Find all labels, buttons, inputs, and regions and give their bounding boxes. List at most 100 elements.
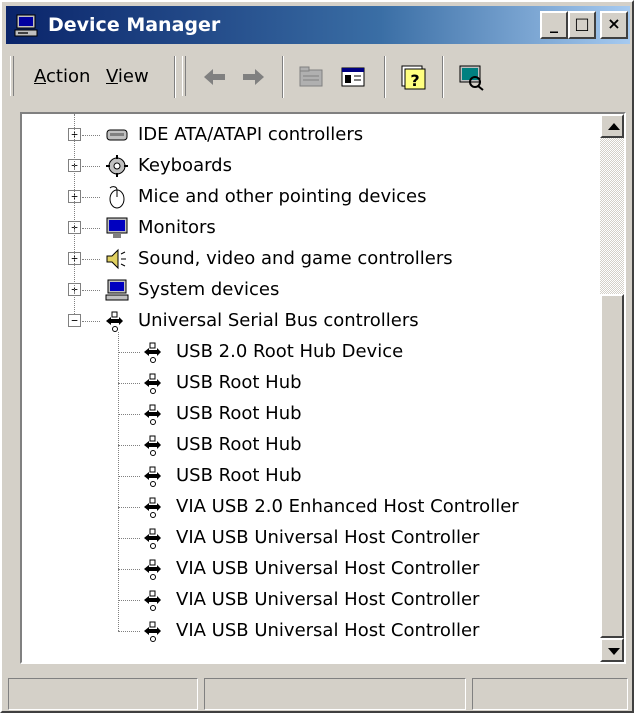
tree-device-row[interactable]: USB Root Hub	[22, 461, 602, 491]
tree-category-row[interactable]: + System devices	[22, 275, 602, 305]
close-button[interactable]: ×	[600, 11, 628, 39]
tree-device-row[interactable]: VIA USB Universal Host Controller	[22, 523, 602, 553]
usb-icon	[144, 373, 161, 394]
help-icon[interactable]: ?	[398, 62, 428, 92]
toolbar-separator	[174, 56, 176, 98]
tree-connector	[82, 321, 100, 322]
tree-category-row[interactable]: − Universal Serial Bus controllers	[22, 306, 602, 336]
usb-icon	[144, 466, 161, 487]
tree-connector	[118, 352, 140, 353]
tree-category-row[interactable]: + Sound, video and game controllers	[22, 244, 602, 274]
tree-device-row[interactable]: VIA USB Universal Host Controller	[22, 585, 602, 615]
back-arrow-icon[interactable]	[200, 62, 230, 92]
tree-category-row[interactable]: + Monitors	[22, 213, 602, 243]
toolbar-separator	[282, 56, 284, 98]
tree-connector	[118, 332, 119, 631]
tree-connector	[82, 228, 100, 229]
tree-category-label: Keyboards	[138, 155, 232, 176]
arrow-up-icon	[608, 123, 620, 130]
tree-connector	[118, 476, 140, 477]
usb-icon	[106, 311, 123, 332]
tree-device-label: USB 2.0 Root Hub Device	[176, 341, 404, 362]
minimize-button[interactable]: _	[540, 11, 568, 39]
vertical-scrollbar[interactable]	[600, 114, 624, 662]
usb-icon	[144, 342, 161, 363]
tree-device-row[interactable]: USB Root Hub	[22, 368, 602, 398]
window-title: Device Manager	[48, 14, 221, 36]
tree-category-label: Monitors	[138, 217, 216, 238]
device-manager-window: Device Manager _ □ × Action View ? + IDE…	[0, 0, 634, 713]
keyboard-icon	[106, 155, 128, 177]
tree-device-label: VIA USB Universal Host Controller	[176, 527, 480, 548]
scan-hardware-icon[interactable]	[456, 62, 486, 92]
menu-action[interactable]: Action	[26, 60, 98, 94]
tree-connector	[74, 114, 75, 314]
tree-connector	[82, 166, 100, 167]
tree-category-row[interactable]: + IDE ATA/ATAPI controllers	[22, 120, 602, 150]
usb-icon	[144, 590, 161, 611]
tree-device-row[interactable]: USB Root Hub	[22, 430, 602, 460]
tree-device-row[interactable]: USB 2.0 Root Hub Device	[22, 337, 602, 367]
computer-icon	[14, 14, 38, 37]
usb-icon	[144, 497, 161, 518]
tree-device-label: VIA USB 2.0 Enhanced Host Controller	[176, 496, 519, 517]
toolbar: Action View ?	[6, 50, 630, 104]
sound-icon	[106, 248, 126, 270]
status-panel	[472, 678, 628, 710]
tree-connector	[82, 135, 100, 136]
tree-connector	[118, 600, 140, 601]
device-tree[interactable]: + IDE ATA/ATAPI controllers + Keyboards + Mic…	[20, 112, 626, 664]
usb-icon	[144, 528, 161, 549]
usb-icon	[144, 621, 161, 642]
tree-connector	[82, 197, 100, 198]
tree-connector	[118, 538, 140, 539]
tree-category-label: Sound, video and game controllers	[138, 248, 453, 269]
tree-device-row[interactable]: VIA USB Universal Host Controller	[22, 554, 602, 584]
svg-text:?: ?	[410, 71, 419, 90]
usb-icon	[144, 435, 161, 456]
tree-category-row[interactable]: + Mice and other pointing devices	[22, 182, 602, 212]
status-panel	[8, 678, 198, 710]
tree-connector	[82, 290, 100, 291]
tree-device-label: USB Root Hub	[176, 465, 302, 486]
mouse-icon	[109, 186, 125, 209]
tree-connector	[118, 507, 140, 508]
folder-view-icon[interactable]	[296, 62, 326, 92]
tree-connector	[118, 569, 140, 570]
status-bar	[8, 678, 628, 710]
tree-device-label: VIA USB Universal Host Controller	[176, 620, 480, 641]
toolbar-grip[interactable]	[182, 56, 186, 96]
tree-connector	[118, 631, 140, 632]
ide-controller-icon	[106, 129, 128, 141]
tree-device-label: USB Root Hub	[176, 403, 302, 424]
tree-connector	[118, 445, 140, 446]
tree-category-label: Mice and other pointing devices	[138, 186, 427, 207]
scroll-up-button[interactable]	[600, 114, 624, 138]
tree-device-label: VIA USB Universal Host Controller	[176, 558, 480, 579]
toolbar-separator	[384, 56, 386, 98]
tree-device-label: VIA USB Universal Host Controller	[176, 589, 480, 610]
title-bar[interactable]: Device Manager _ □ ×	[6, 6, 630, 44]
arrow-down-icon	[608, 648, 620, 655]
tree-category-label: IDE ATA/ATAPI controllers	[138, 124, 364, 145]
toolbar-separator	[442, 56, 444, 98]
tree-device-label: USB Root Hub	[176, 434, 302, 455]
usb-icon	[144, 559, 161, 580]
menu-view[interactable]: View	[98, 60, 157, 94]
tree-device-label: USB Root Hub	[176, 372, 302, 393]
tree-device-row[interactable]: VIA USB 2.0 Enhanced Host Controller	[22, 492, 602, 522]
tree-category-label: Universal Serial Bus controllers	[138, 310, 419, 331]
status-panel	[204, 678, 466, 710]
tree-device-row[interactable]: VIA USB Universal Host Controller	[22, 616, 602, 646]
scroll-thumb[interactable]	[600, 294, 624, 638]
tree-device-row[interactable]: USB Root Hub	[22, 399, 602, 429]
tree-connector	[82, 259, 100, 260]
tree-category-row[interactable]: + Keyboards	[22, 151, 602, 181]
forward-arrow-icon[interactable]	[238, 62, 268, 92]
scroll-down-button[interactable]	[600, 638, 624, 662]
toolbar-grip[interactable]	[10, 56, 14, 96]
system-devices-icon	[105, 279, 129, 301]
maximize-button[interactable]: □	[568, 11, 596, 39]
collapse-toggle[interactable]: −	[68, 314, 81, 327]
properties-icon[interactable]	[338, 62, 368, 92]
